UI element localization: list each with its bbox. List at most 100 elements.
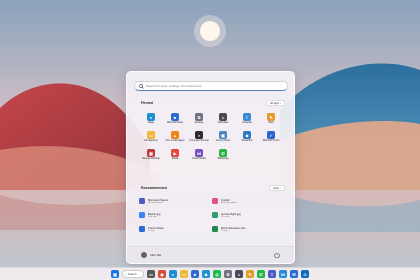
recommended-item-time: 21m ago bbox=[221, 216, 230, 218]
calculator-icon[interactable]: = bbox=[235, 270, 243, 278]
pinned-app-label: Control Panel bbox=[215, 139, 231, 142]
teams-icon[interactable]: T bbox=[268, 270, 276, 278]
vscode-icon[interactable]: ⋈ bbox=[279, 270, 287, 278]
gear-icon: ⚙ bbox=[195, 113, 203, 121]
photos-icon[interactable]: ◈ bbox=[202, 270, 210, 278]
pinned-app[interactable]: ▣ Control Panel bbox=[211, 131, 235, 146]
spotify-icon[interactable]: ◎ bbox=[213, 270, 221, 278]
chevron-right-icon: › bbox=[280, 101, 281, 105]
windows-start-icon[interactable]: ▦ bbox=[111, 270, 119, 278]
pinned-app[interactable]: ■ Microsoft Store bbox=[163, 113, 187, 128]
image-file-icon bbox=[212, 212, 218, 218]
pinned-app[interactable]: ⋈ Visual Studio bbox=[187, 149, 211, 164]
store-icon: ■ bbox=[171, 113, 179, 121]
pinned-app[interactable]: ✎ Paint bbox=[259, 113, 283, 128]
edge-icon[interactable]: e bbox=[169, 270, 177, 278]
image-file-icon bbox=[139, 212, 145, 218]
pinned-app[interactable]: ◆ Virtual Box bbox=[235, 131, 259, 146]
media-icon: ▶ bbox=[171, 149, 179, 157]
pinned-app-label: Visual Studio bbox=[192, 157, 206, 160]
recommended-item[interactable]: Work Schedule.xlsx 2h ago bbox=[212, 224, 285, 234]
pinned-heading: Pinned bbox=[141, 101, 153, 105]
whatsapp-icon: ✆ bbox=[219, 149, 227, 157]
pinned-app[interactable]: ▲ VLC media player bbox=[163, 131, 187, 146]
pinned-app[interactable]: ▦ Remote Desktop bbox=[139, 149, 163, 164]
pinned-app-label: Calculator bbox=[217, 121, 229, 124]
pinned-app-label: Edge bbox=[148, 121, 154, 124]
start-menu: Pinned All apps › eEdge■Microsoft Store⚙… bbox=[126, 71, 295, 264]
more-button[interactable]: More › bbox=[269, 185, 285, 191]
spreadsheet-icon bbox=[212, 226, 218, 232]
pinned-app-label: VLC media player bbox=[165, 139, 185, 142]
pinned-app-label: Microsoft To Do bbox=[262, 139, 280, 142]
recommended-item-time: Recently added bbox=[148, 202, 164, 204]
recommended-item[interactable]: Microsoft Teams Recently added bbox=[139, 196, 212, 206]
search-icon bbox=[139, 83, 144, 89]
recommended-item-time: 2h ago bbox=[221, 230, 228, 232]
user-avatar[interactable] bbox=[141, 252, 147, 258]
pinned-app-label: WhatsApp bbox=[217, 157, 229, 160]
start-search-box[interactable] bbox=[134, 81, 288, 91]
search-icon: ⌕ bbox=[125, 272, 127, 276]
recommended-item[interactable]: Copilot Recently added bbox=[212, 196, 285, 206]
pinned-app[interactable]: ⚙ Settings bbox=[187, 113, 211, 128]
recommended-heading: Recommended bbox=[141, 186, 167, 190]
pinned-app[interactable]: e Edge bbox=[139, 113, 163, 128]
paint-icon: ✎ bbox=[267, 113, 275, 121]
control-panel-icon: ▣ bbox=[219, 131, 227, 139]
document-icon bbox=[139, 226, 145, 232]
pinned-apps-grid: e Edge ■ Microsoft Store ⚙ Settings = Calculato… bbox=[139, 113, 285, 164]
more-label: More bbox=[273, 186, 280, 190]
pinned-app-label: Command Prompt bbox=[189, 139, 209, 142]
taskbar: ▦ ⌕ Search ▭ ◉ e ▭ ■ ◈ ◎ ⚙ = ✎ ✆ T ⋈ ✉ O bbox=[0, 267, 420, 280]
pinned-app[interactable]: ≡ Notepad bbox=[235, 113, 259, 128]
recommended-item-time: 1h ago bbox=[148, 230, 155, 232]
pinned-app[interactable]: ✓ Microsoft To Do bbox=[259, 131, 283, 146]
start-footer: Allen Bai bbox=[127, 246, 294, 263]
settings-icon[interactable]: ⚙ bbox=[224, 270, 232, 278]
user-name[interactable]: Allen Bai bbox=[150, 253, 161, 257]
recommended-item[interactable]: Travel Notes 1h ago bbox=[139, 224, 212, 234]
pinned-app[interactable]: ✆ WhatsApp bbox=[211, 149, 235, 164]
notepad-icon: ≡ bbox=[243, 113, 251, 121]
todo-icon: ✓ bbox=[267, 131, 275, 139]
recommended-item[interactable]: sunset-flight.jpg 21m ago bbox=[212, 210, 285, 220]
pinned-app-label: File Explorer bbox=[144, 139, 158, 142]
recommended-list: Microsoft Teams Recently added Copilot Rece… bbox=[139, 196, 285, 234]
outlook-icon[interactable]: O bbox=[301, 270, 309, 278]
recommended-item-time: 14m ago bbox=[148, 216, 157, 218]
calculator-icon: = bbox=[219, 113, 227, 121]
pinned-app-label: Notepad bbox=[242, 121, 252, 124]
power-icon[interactable] bbox=[274, 252, 280, 258]
taskbar-search[interactable]: ⌕ Search bbox=[122, 270, 144, 278]
copilot-icon bbox=[212, 198, 218, 204]
mail-icon[interactable]: ✉ bbox=[290, 270, 298, 278]
pinned-app-label: Settings bbox=[194, 121, 204, 124]
all-apps-label: All apps bbox=[269, 101, 280, 105]
pinned-app-label: Media bbox=[171, 157, 179, 160]
all-apps-button[interactable]: All apps › bbox=[265, 100, 285, 106]
pinned-app-label: Paint bbox=[268, 121, 274, 124]
virtualbox-icon: ◆ bbox=[243, 131, 251, 139]
teams-icon bbox=[139, 198, 145, 204]
task-view-icon[interactable]: ▭ bbox=[147, 270, 155, 278]
file-explorer-icon[interactable]: ▭ bbox=[180, 270, 188, 278]
search-input[interactable] bbox=[146, 84, 286, 88]
store-icon[interactable]: ■ bbox=[191, 270, 199, 278]
pinned-app[interactable]: ▭ File Explorer bbox=[139, 131, 163, 146]
pinned-app[interactable]: ▶ Media bbox=[163, 149, 187, 164]
remote-desktop-icon: ▦ bbox=[147, 149, 155, 157]
terminal-icon: > bbox=[195, 131, 203, 139]
whatsapp-icon[interactable]: ✆ bbox=[257, 270, 265, 278]
chrome-icon[interactable]: ◉ bbox=[158, 270, 166, 278]
pinned-app[interactable]: > Command Prompt bbox=[187, 131, 211, 146]
taskbar-search-label: Search bbox=[127, 272, 137, 276]
recommended-item-time: Recently added bbox=[221, 202, 237, 204]
recommended-item[interactable]: Beach.jpg 14m ago bbox=[139, 210, 212, 220]
pinned-app-label: Microsoft Store bbox=[166, 121, 184, 124]
pinned-app[interactable]: = Calculator bbox=[211, 113, 235, 128]
pinned-app-label: Virtual Box bbox=[241, 139, 253, 142]
pinned-app-label: Remote Desktop bbox=[142, 157, 160, 160]
paint-icon[interactable]: ✎ bbox=[246, 270, 254, 278]
visual-studio-icon: ⋈ bbox=[195, 149, 203, 157]
